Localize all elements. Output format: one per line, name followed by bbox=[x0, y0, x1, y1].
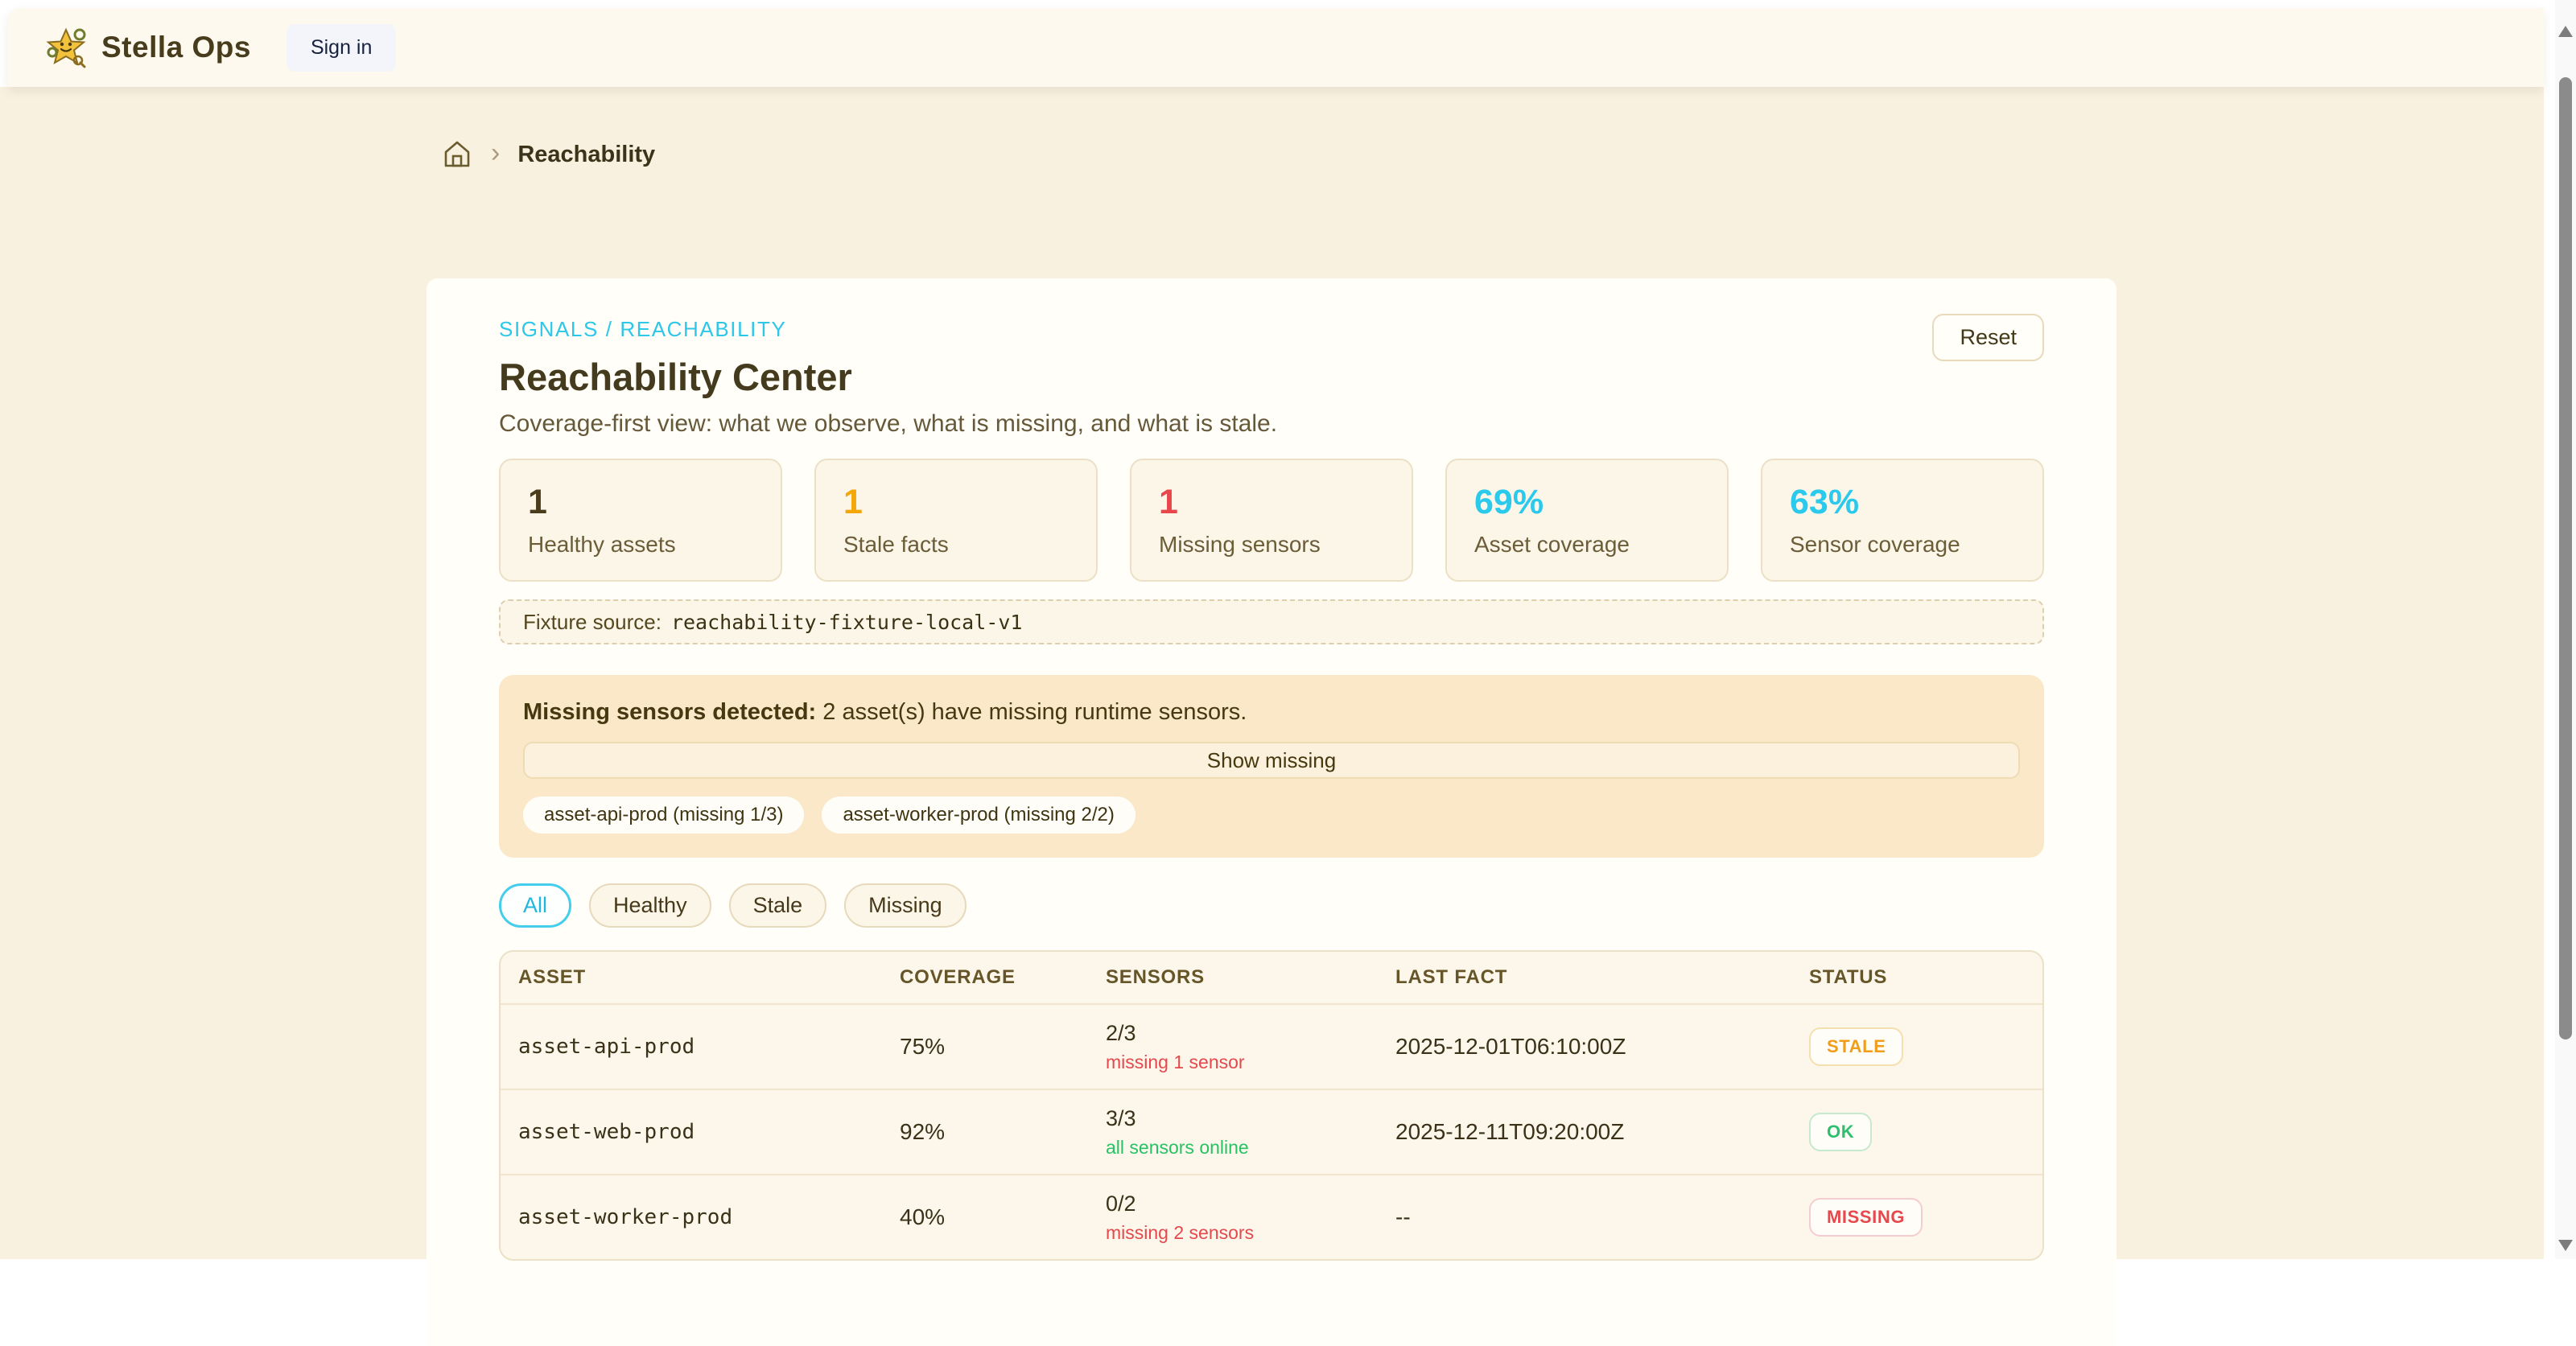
asset-name: asset-web-prod bbox=[501, 1120, 882, 1144]
title-bar: SIGNALS / REACHABILITY Reachability Cent… bbox=[499, 317, 2044, 438]
coverage-value: 75% bbox=[882, 1034, 1088, 1060]
stat-label: Asset coverage bbox=[1474, 532, 1700, 558]
fixture-source-value: reachability-fixture-local-v1 bbox=[671, 611, 1023, 634]
page-background: › Reachability SIGNALS / REACHABILITY Re… bbox=[0, 87, 2544, 1259]
status-badge-missing: MISSING bbox=[1809, 1198, 1923, 1237]
sensor-count: 0/2 bbox=[1106, 1192, 1378, 1216]
table-body: asset-api-prod 75% 2/3 missing 1 sensor … bbox=[501, 1003, 2042, 1259]
column-header-last-fact: LAST FACT bbox=[1378, 966, 1791, 989]
vertical-scrollbar[interactable] bbox=[2555, 0, 2576, 1259]
stat-value: 1 bbox=[1159, 483, 1384, 522]
missing-sensors-banner: Missing sensors detected: 2 asset(s) hav… bbox=[499, 675, 2044, 858]
stat-value: 1 bbox=[843, 483, 1069, 522]
table-row-asset-web-prod: asset-web-prod 92% 3/3 all sensors onlin… bbox=[501, 1089, 2042, 1174]
asset-name: asset-api-prod bbox=[501, 1035, 882, 1059]
filter-healthy[interactable]: Healthy bbox=[589, 883, 711, 928]
filter-missing[interactable]: Missing bbox=[844, 883, 967, 928]
page-title: Reachability Center bbox=[499, 355, 2044, 399]
sensor-count: 3/3 bbox=[1106, 1106, 1378, 1131]
table-row-asset-api-prod: asset-api-prod 75% 2/3 missing 1 sensor … bbox=[501, 1003, 2042, 1089]
brand-name: Stella Ops bbox=[101, 31, 251, 64]
column-header-sensors: SENSORS bbox=[1088, 966, 1378, 989]
column-header-coverage: COVERAGE bbox=[882, 966, 1088, 989]
sensors-cell: 3/3 all sensors online bbox=[1088, 1106, 1378, 1159]
banner-text: 2 asset(s) have missing runtime sensors. bbox=[822, 699, 1247, 725]
fixture-source-label: Fixture source: bbox=[523, 610, 662, 635]
status-cell: OK bbox=[1791, 1113, 2042, 1151]
stat-card-sensor-coverage: 63% Sensor coverage bbox=[1761, 459, 2044, 582]
breadcrumb: › Reachability bbox=[441, 138, 2544, 171]
stat-value: 69% bbox=[1474, 483, 1700, 522]
last-fact-timestamp: 2025-12-11T09:20:00Z bbox=[1378, 1119, 1791, 1145]
table-header-row: ASSET COVERAGE SENSORS LAST FACT STATUS bbox=[501, 952, 2042, 1003]
stats-row: 1 Healthy assets 1 Stale facts 1 Missing… bbox=[499, 459, 2044, 582]
section-eyebrow: SIGNALS / REACHABILITY bbox=[499, 317, 2044, 342]
sensor-note: missing 1 sensor bbox=[1106, 1052, 1378, 1073]
banner-title: Missing sensors detected: bbox=[523, 699, 816, 725]
sensors-cell: 2/3 missing 1 sensor bbox=[1088, 1021, 1378, 1073]
stat-card-asset-coverage: 69% Asset coverage bbox=[1445, 459, 1729, 582]
stat-card-stale-facts: 1 Stale facts bbox=[814, 459, 1098, 582]
stat-label: Sensor coverage bbox=[1790, 532, 2015, 558]
column-header-status: STATUS bbox=[1791, 966, 2042, 989]
assets-table: ASSET COVERAGE SENSORS LAST FACT STATUS … bbox=[499, 950, 2044, 1261]
reset-button[interactable]: Reset bbox=[1932, 314, 2044, 361]
home-icon[interactable] bbox=[441, 138, 473, 171]
last-fact-timestamp: -- bbox=[1378, 1204, 1791, 1230]
sensor-note: missing 2 sensors bbox=[1106, 1222, 1378, 1244]
coverage-value: 92% bbox=[882, 1119, 1088, 1145]
reachability-card: SIGNALS / REACHABILITY Reachability Cent… bbox=[427, 278, 2116, 1346]
breadcrumb-current: Reachability bbox=[517, 142, 655, 168]
table-row-asset-worker-prod: asset-worker-prod 40% 0/2 missing 2 sens… bbox=[501, 1174, 2042, 1259]
status-cell: MISSING bbox=[1791, 1198, 2042, 1237]
coverage-value: 40% bbox=[882, 1204, 1088, 1230]
stat-card-healthy-assets: 1 Healthy assets bbox=[499, 459, 782, 582]
stella-ops-logo-icon bbox=[45, 27, 87, 68]
banner-message: Missing sensors detected: 2 asset(s) hav… bbox=[523, 699, 2020, 726]
scrollbar-thumb[interactable] bbox=[2559, 77, 2572, 1039]
missing-asset-chips: asset-api-prod (missing 1/3) asset-worke… bbox=[523, 796, 2020, 834]
brand: Stella Ops bbox=[45, 27, 251, 68]
asset-name: asset-worker-prod bbox=[501, 1205, 882, 1229]
status-badge-stale: STALE bbox=[1809, 1027, 1903, 1066]
chevron-right-icon: › bbox=[491, 139, 500, 167]
sign-in-button[interactable]: Sign in bbox=[286, 24, 396, 72]
stat-label: Stale facts bbox=[843, 532, 1069, 558]
page-subtitle: Coverage-first view: what we observe, wh… bbox=[499, 410, 2044, 438]
missing-chip-asset-api-prod[interactable]: asset-api-prod (missing 1/3) bbox=[523, 796, 804, 834]
show-missing-button[interactable]: Show missing bbox=[523, 742, 2020, 779]
column-header-asset: ASSET bbox=[501, 966, 882, 989]
filter-all[interactable]: All bbox=[499, 883, 571, 928]
scroll-down-arrow-icon[interactable] bbox=[2558, 1240, 2573, 1251]
sensor-count: 2/3 bbox=[1106, 1021, 1378, 1046]
status-cell: STALE bbox=[1791, 1027, 2042, 1066]
stat-value: 63% bbox=[1790, 483, 2015, 522]
last-fact-timestamp: 2025-12-01T06:10:00Z bbox=[1378, 1034, 1791, 1060]
filter-pills: All Healthy Stale Missing bbox=[499, 883, 2044, 928]
app-window: Stella Ops Sign in › Reachability SIGNAL… bbox=[0, 0, 2544, 1259]
stat-label: Healthy assets bbox=[528, 532, 753, 558]
stat-card-missing-sensors: 1 Missing sensors bbox=[1130, 459, 1413, 582]
scroll-up-arrow-icon[interactable] bbox=[2558, 26, 2573, 37]
missing-chip-asset-worker-prod[interactable]: asset-worker-prod (missing 2/2) bbox=[822, 796, 1135, 834]
fixture-source-bar: Fixture source: reachability-fixture-loc… bbox=[499, 599, 2044, 644]
status-badge-ok: OK bbox=[1809, 1113, 1872, 1151]
top-header: Stella Ops Sign in bbox=[8, 8, 2544, 87]
stat-value: 1 bbox=[528, 483, 753, 522]
filter-stale[interactable]: Stale bbox=[729, 883, 827, 928]
stat-label: Missing sensors bbox=[1159, 532, 1384, 558]
sensor-note: all sensors online bbox=[1106, 1137, 1378, 1159]
sensors-cell: 0/2 missing 2 sensors bbox=[1088, 1192, 1378, 1244]
